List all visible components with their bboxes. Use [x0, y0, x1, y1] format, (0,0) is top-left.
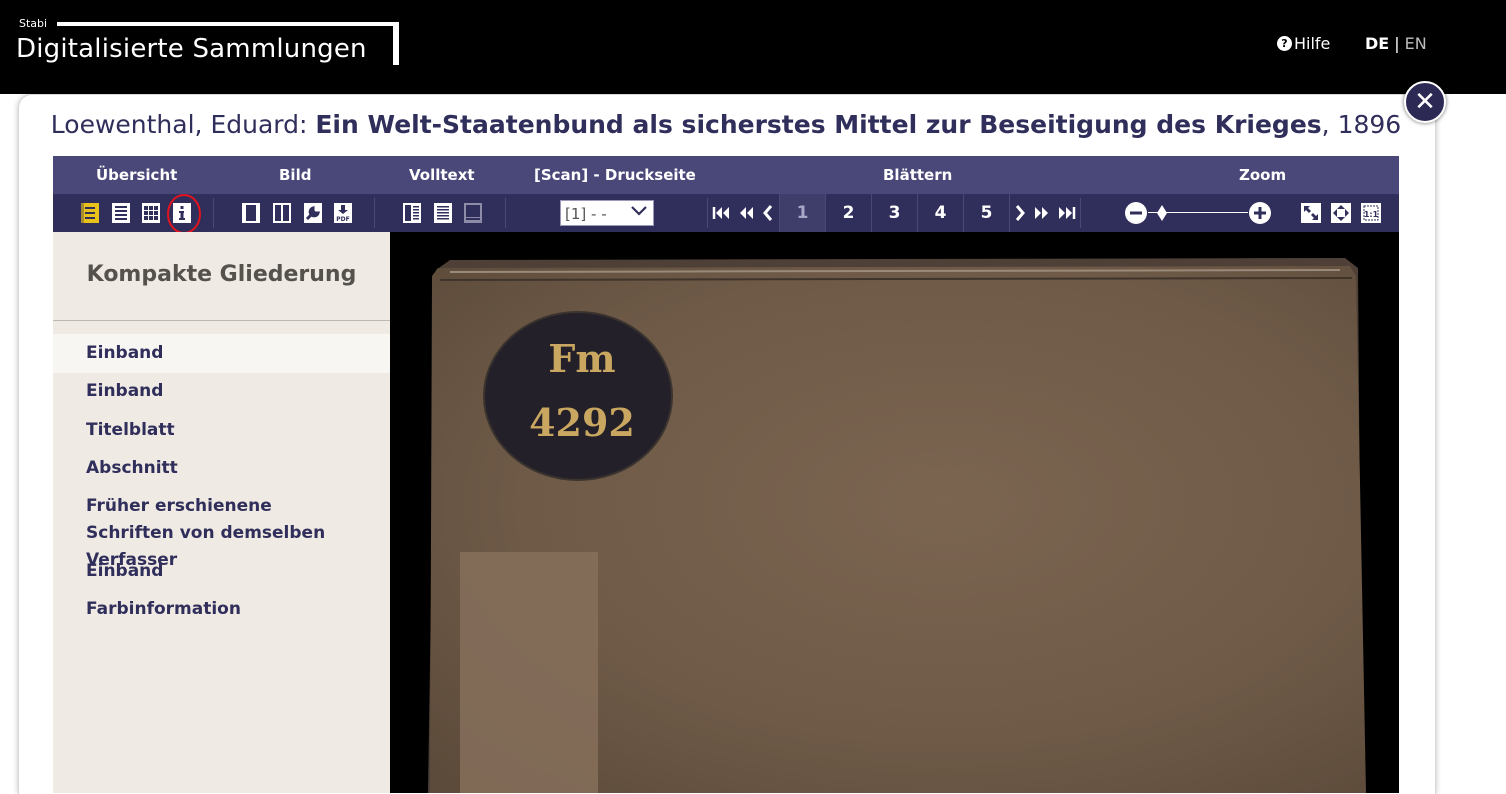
toc-view-icon[interactable]: [79, 202, 101, 224]
toc-item-titelblatt[interactable]: Titelblatt: [53, 417, 390, 444]
title-work: Ein Welt-Staatenbund als sicherstes Mitt…: [315, 110, 1322, 139]
fulltext-page-icon[interactable]: [432, 202, 454, 224]
first-page-button[interactable]: [709, 194, 733, 232]
title-year: , 1896: [1321, 110, 1402, 139]
divider: [53, 320, 390, 321]
separator: [1080, 198, 1081, 228]
fulltext-list-icon[interactable]: [110, 202, 132, 224]
group-label-volltext: Volltext: [409, 166, 475, 184]
separator: [374, 198, 375, 228]
zoom-slider-handle[interactable]: [1157, 205, 1167, 221]
zoom-out-icon[interactable]: [1124, 201, 1148, 225]
site-header: Stabi Digitalisierte Sammlungen ? Hilfe …: [0, 0, 1506, 94]
lang-en[interactable]: EN: [1405, 34, 1427, 53]
svg-text:1:1: 1:1: [1364, 210, 1379, 219]
svg-text:PDF: PDF: [336, 216, 349, 223]
group-label-zoom: Zoom: [1239, 166, 1287, 184]
logo-line-horizontal: [57, 22, 398, 26]
prev-page-button[interactable]: [759, 194, 779, 232]
scan-label-line2: 4292: [529, 400, 635, 445]
chevron-down-icon: [631, 205, 647, 216]
lang-de[interactable]: DE: [1365, 34, 1389, 53]
logo-name: Digitalisierte Sammlungen: [16, 34, 367, 64]
page-number-4[interactable]: 4: [917, 194, 963, 232]
logo-small-text: Stabi: [19, 17, 48, 30]
group-label-uebersicht: Übersicht: [96, 166, 178, 184]
toc-item-einband[interactable]: Einband: [53, 558, 390, 585]
toolbar: PDF [1] - - 1 2 3 4 5 1:1: [53, 194, 1399, 234]
original-size-icon[interactable]: 1:1: [1360, 202, 1382, 224]
next-page-button[interactable]: [1009, 194, 1029, 232]
fast-back-button[interactable]: [735, 194, 757, 232]
help-label: Hilfe: [1294, 34, 1331, 53]
page-number-1[interactable]: 1: [779, 194, 825, 232]
highlight-circle: [167, 194, 201, 234]
page-number-3[interactable]: 3: [871, 194, 917, 232]
separator: [707, 198, 708, 228]
separator: [213, 198, 214, 228]
toolbar-header: Übersicht Bild Volltext [Scan] - Druckse…: [53, 156, 1399, 194]
group-label-blaettern: Blättern: [883, 166, 953, 184]
group-label-druckseite: [Scan] - Druckseite: [534, 166, 696, 184]
help-icon: ?: [1277, 36, 1292, 51]
toc-item-abschnitt[interactable]: Abschnitt: [53, 455, 390, 482]
title-author: Loewenthal, Eduard:: [50, 110, 308, 139]
page-number-2[interactable]: 2: [825, 194, 871, 232]
fulltext-disabled-icon[interactable]: [462, 202, 484, 224]
last-page-button[interactable]: [1055, 194, 1079, 232]
group-label-bild: Bild: [279, 166, 312, 184]
double-page-icon[interactable]: [271, 202, 293, 224]
thumbnail-grid-icon[interactable]: [140, 202, 162, 224]
site-logo[interactable]: Stabi Digitalisierte Sammlungen: [15, 16, 405, 68]
logo-line-vertical: [393, 22, 399, 65]
fullscreen-icon[interactable]: [1300, 202, 1322, 224]
sidebar: Kompakte Gliederung Einband Einband Tite…: [53, 232, 390, 793]
image-viewer[interactable]: Fm 4292: [390, 232, 1399, 793]
scan-image[interactable]: [390, 232, 1399, 793]
page-number-5[interactable]: 5: [963, 194, 1009, 232]
zoom-in-icon[interactable]: [1248, 201, 1272, 225]
separator: [505, 198, 506, 228]
tools-icon[interactable]: [302, 202, 324, 224]
page-select[interactable]: [1] - -: [560, 200, 654, 226]
page-select-value: [1] - -: [565, 205, 607, 223]
page-title: Loewenthal, Eduard: Ein Welt-Staatenbund…: [0, 110, 1452, 139]
lang-separator: |: [1394, 34, 1400, 53]
scan-label-line1: Fm: [548, 336, 616, 381]
pdf-download-icon[interactable]: PDF: [332, 202, 354, 224]
fast-forward-button[interactable]: [1031, 194, 1053, 232]
fit-page-icon[interactable]: [1330, 202, 1352, 224]
toc-item-farbinformation[interactable]: Farbinformation: [53, 596, 390, 623]
language-switcher: DE | EN: [1365, 34, 1427, 53]
toc-item-einband[interactable]: Einband: [53, 378, 390, 405]
help-link[interactable]: ? Hilfe: [1277, 34, 1330, 53]
fulltext-side-icon[interactable]: [401, 202, 423, 224]
sidebar-title: Kompakte Gliederung: [86, 262, 357, 287]
toc-item-einband[interactable]: Einband: [53, 334, 390, 373]
single-page-icon[interactable]: [240, 202, 262, 224]
